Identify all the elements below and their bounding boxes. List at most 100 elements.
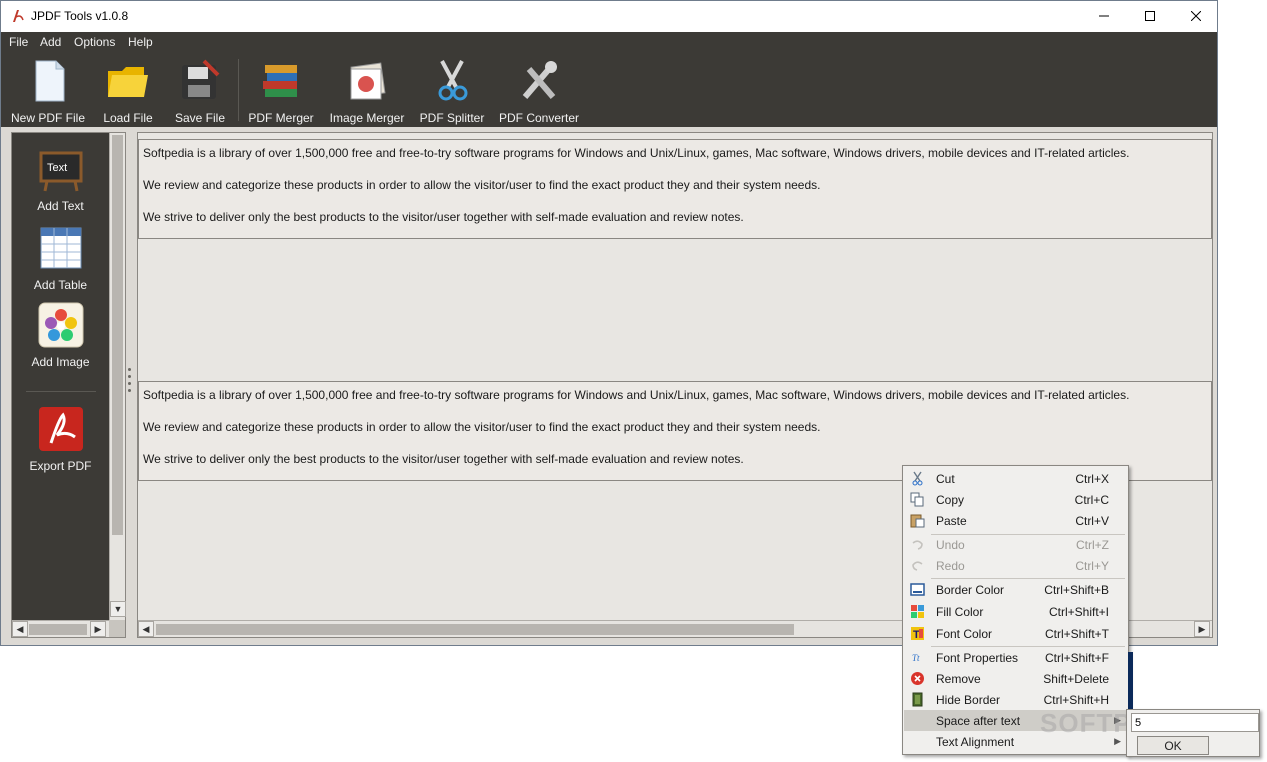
text-line: We strive to deliver only the best produ…: [143, 210, 744, 224]
menu-add[interactable]: Add: [40, 35, 61, 49]
menu-file[interactable]: File: [9, 35, 28, 49]
toolbar: New PDF File Load File Save File PDF Mer…: [1, 53, 1217, 127]
menu-label: Space after text: [936, 714, 1021, 728]
floppy-disk-icon: [182, 59, 220, 99]
pdf-splitter-button[interactable]: PDF Splitter: [417, 53, 487, 127]
menu-label: Paste: [936, 514, 967, 528]
splitter-handle[interactable]: [128, 368, 132, 402]
menu-item-hide-border[interactable]: Hide Border Ctrl+Shift+H: [904, 689, 1127, 710]
scissors-icon: [438, 60, 468, 101]
menu-bar: File Add Options Help: [1, 32, 1217, 53]
side-vertical-thumb[interactable]: [112, 135, 123, 535]
menu-label: Copy: [936, 493, 965, 507]
menu-shortcut: Ctrl+X: [1075, 472, 1109, 486]
menu-item-copy[interactable]: Copy Ctrl+C: [904, 489, 1127, 510]
menu-shortcut: Ctrl+Shift+T: [1044, 627, 1109, 641]
maximize-button[interactable]: [1127, 1, 1173, 31]
scroll-right-button[interactable]: ▶: [90, 621, 106, 637]
menu-shortcut: Shift+Delete: [1043, 672, 1109, 686]
pdf-merger-label: PDF Merger: [248, 111, 314, 125]
pdf-merger-button[interactable]: PDF Merger: [245, 53, 317, 127]
space-after-text-submenu: OK: [1126, 709, 1260, 757]
splitter-dot: [128, 382, 131, 385]
close-button[interactable]: [1173, 1, 1219, 31]
paste-icon: [910, 514, 925, 528]
chevron-right-icon: ▶: [94, 623, 102, 634]
menu-item-font-properties[interactable]: Tt Font Properties Ctrl+Shift+F: [904, 647, 1127, 668]
add-text-button[interactable]: Text Add Text: [12, 145, 109, 213]
fill-color-icon: [911, 605, 924, 618]
export-pdf-button[interactable]: Export PDF: [12, 405, 109, 473]
new-pdf-file-icon: [35, 60, 65, 102]
pdf-splitter-label: PDF Splitter: [419, 111, 485, 125]
menu-label: Cut: [936, 472, 955, 486]
menu-help[interactable]: Help: [128, 35, 153, 49]
menu-label: Undo: [936, 538, 965, 552]
menu-shortcut: Ctrl+Shift+I: [1048, 605, 1109, 619]
pdf-converter-label: PDF Converter: [498, 111, 580, 125]
menu-label: Text Alignment: [936, 735, 1015, 749]
side-horizontal-scrollbar[interactable]: ◀ ▶: [12, 620, 109, 637]
menu-options[interactable]: Options: [74, 35, 115, 49]
load-file-button[interactable]: Load File: [97, 53, 159, 127]
doc-scroll-right-button[interactable]: ▶: [1194, 621, 1210, 637]
menu-item-undo[interactable]: Undo Ctrl+Z: [904, 534, 1127, 555]
side-tools: Text Add Text Add Table Add Image Export…: [12, 133, 109, 620]
splitter-dot: [128, 375, 131, 378]
border-color-icon: [910, 583, 925, 596]
side-vertical-scrollbar[interactable]: ▼: [109, 133, 126, 620]
menu-shortcut: Ctrl+V: [1075, 514, 1109, 528]
chevron-right-icon: ▶: [1198, 623, 1206, 634]
menu-shortcut: Ctrl+Shift+B: [1044, 583, 1109, 597]
menu-item-font-color[interactable]: T Font Color Ctrl+Shift+T: [904, 623, 1127, 644]
scroll-left-button[interactable]: ◀: [12, 621, 28, 637]
side-horizontal-thumb[interactable]: [29, 624, 87, 635]
title-bar: JPDF Tools v1.0.8: [1, 1, 1217, 32]
space-after-text-input[interactable]: [1131, 713, 1259, 732]
svg-text:T: T: [913, 629, 920, 641]
menu-item-paste[interactable]: Paste Ctrl+V: [904, 510, 1127, 531]
close-icon: [1191, 11, 1201, 21]
add-image-button[interactable]: Add Image: [12, 301, 109, 369]
menu-label: Fill Color: [936, 605, 984, 619]
text-line: Softpedia is a library of over 1,500,000…: [143, 146, 1130, 160]
minimize-button[interactable]: [1081, 1, 1127, 31]
save-file-button[interactable]: Save File: [169, 53, 231, 127]
doc-scroll-left-button[interactable]: ◀: [138, 621, 154, 637]
side-separator: [26, 391, 96, 392]
new-pdf-file-button[interactable]: New PDF File: [9, 53, 87, 127]
scroll-down-button[interactable]: ▼: [110, 601, 126, 617]
menu-shortcut: Ctrl+C: [1074, 493, 1109, 507]
undo-icon: [912, 540, 923, 550]
doc-horizontal-thumb[interactable]: [156, 624, 794, 635]
text-block-1[interactable]: Softpedia is a library of over 1,500,000…: [138, 139, 1212, 239]
image-merger-button[interactable]: Image Merger: [325, 53, 409, 127]
image-flower-icon: [38, 302, 83, 348]
tools-icon: [522, 61, 557, 99]
font-properties-icon: Tt: [912, 653, 920, 663]
export-pdf-label: Export PDF: [29, 459, 92, 473]
chevron-left-icon: ◀: [142, 623, 150, 634]
menu-item-fill-color[interactable]: Fill Color Ctrl+Shift+I: [904, 601, 1127, 622]
menu-item-redo[interactable]: Redo Ctrl+Y: [904, 555, 1127, 576]
add-table-label: Add Table: [33, 278, 88, 292]
menu-label: Remove: [936, 672, 981, 686]
minimize-icon: [1099, 15, 1109, 17]
chevron-down-icon: ▼: [113, 604, 123, 614]
ok-button[interactable]: OK: [1137, 736, 1209, 755]
menu-item-remove[interactable]: Remove Shift+Delete: [904, 668, 1127, 689]
background-window-edge: [1128, 652, 1133, 710]
new-pdf-file-label: New PDF File: [10, 111, 85, 125]
menu-item-cut[interactable]: Cut Ctrl+X: [904, 468, 1127, 489]
chevron-left-icon: ◀: [16, 623, 24, 634]
scissors-icon: [912, 471, 923, 486]
menu-label: Font Color: [936, 627, 993, 641]
menu-shortcut: Ctrl+Shift+H: [1043, 693, 1109, 707]
pdf-converter-button[interactable]: PDF Converter: [497, 53, 581, 127]
add-table-button[interactable]: Add Table: [12, 224, 109, 292]
add-text-label: Add Text: [37, 199, 84, 213]
window-title: JPDF Tools v1.0.8: [31, 9, 129, 23]
image-stack-icon: [350, 62, 386, 100]
image-merger-label: Image Merger: [329, 111, 405, 125]
menu-item-border-color[interactable]: Border Color Ctrl+Shift+B: [904, 579, 1127, 600]
